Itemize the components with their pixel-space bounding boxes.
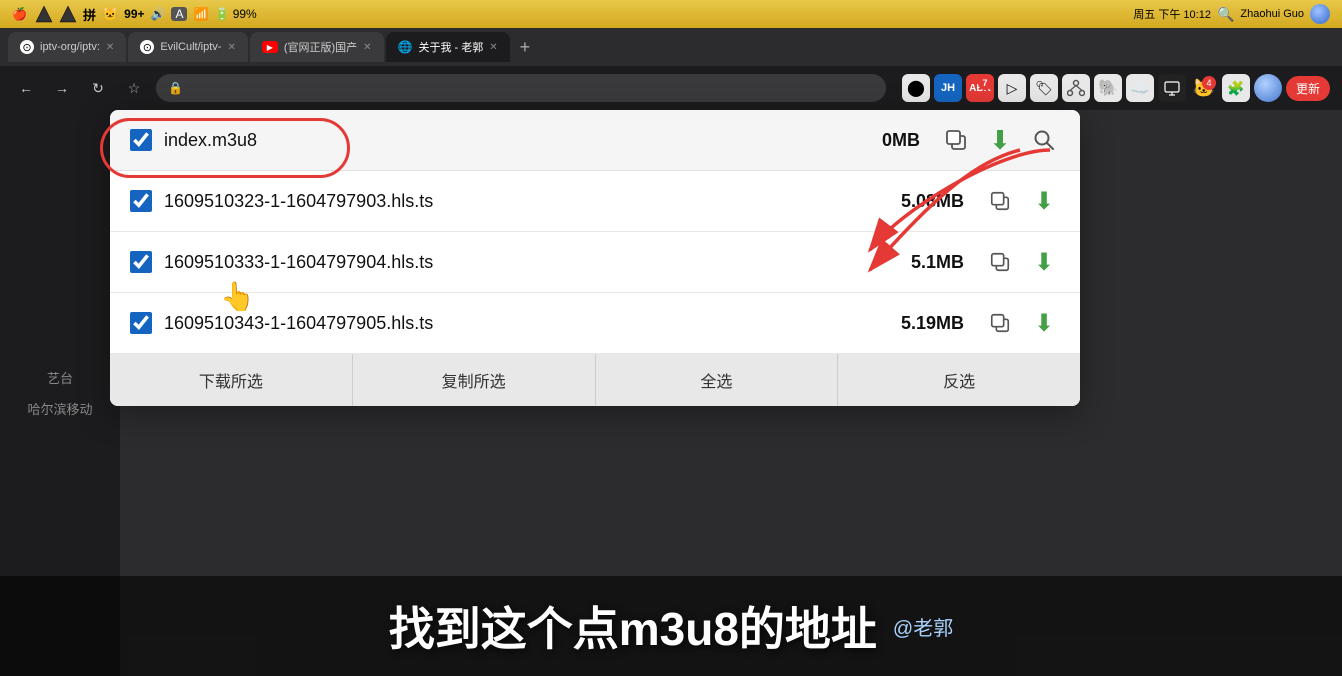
abr-extension[interactable]: ABR 7 xyxy=(966,74,994,102)
subtitle-bar: 找到这个点m3u8的地址 @老郭 xyxy=(0,576,1342,676)
globe-icon-tab4: 🌐 xyxy=(398,40,413,54)
monitor-extension[interactable] xyxy=(1158,74,1186,102)
download-green-icon-1[interactable]: ⬇ xyxy=(1028,246,1060,278)
copy-icon-0[interactable] xyxy=(984,185,1016,217)
item-filesize-0: 5.08MB xyxy=(901,191,964,212)
dropdown-actions: 下载所选 复制所选 全选 反选 xyxy=(110,354,1080,406)
download-green-icon-header[interactable]: ⬇ xyxy=(984,124,1016,156)
tab-close-4[interactable]: ✕ xyxy=(489,42,497,53)
item-filesize-1: 5.1MB xyxy=(911,252,964,273)
download-selected-button[interactable]: 下载所选 xyxy=(110,354,353,406)
update-button[interactable]: 更新 xyxy=(1286,76,1330,101)
extension-icons: ⬤ JH ABR 7 ▷ 🏷 🐘 ☁️ xyxy=(902,74,1330,102)
menubar-app-icons: 拼 🐱 99+ 🔊 A 📶 🔋 99% xyxy=(35,5,257,24)
header-filename: index.m3u8 xyxy=(164,130,870,151)
toolbar: ← → ↻ ☆ 🔒 ⬤ JH ABR 7 ▷ 🏷 xyxy=(0,66,1342,110)
address-bar[interactable]: 🔒 xyxy=(156,74,886,102)
new-tab-button[interactable]: + xyxy=(512,37,539,58)
github-icon-tab2: ⊙ xyxy=(140,40,154,54)
tab-evilcult[interactable]: ⊙ EvilCult/iptv- ✕ xyxy=(128,32,248,62)
item-filename-2: 1609510343-1-1604797905.hls.ts xyxy=(164,313,889,334)
item-filesize-2: 5.19MB xyxy=(901,313,964,334)
cat-extension[interactable]: 🐱 4 xyxy=(1190,74,1218,102)
dropdown-item-1: 1609510333-1-1604797904.hls.ts 5.1MB ⬇ xyxy=(110,232,1080,293)
menubar-left: 🍎 拼 🐱 99+ 🔊 A 📶 🔋 99% xyxy=(12,5,257,24)
select-all-button[interactable]: 全选 xyxy=(596,354,839,406)
tab-youtube[interactable]: ▶ (官网正版)国产 ✕ xyxy=(250,32,384,62)
tab-label-2: EvilCult/iptv- xyxy=(160,41,221,53)
back-button[interactable]: ← xyxy=(12,74,40,102)
tab-close-3[interactable]: ✕ xyxy=(363,42,371,53)
download-dropdown: index.m3u8 0MB ⬇ 1609510323-1-1604797903… xyxy=(110,110,1080,406)
sidebar-item-haerbin: 哈尔滨移动 xyxy=(27,399,92,418)
tab-iptv-org[interactable]: ⊙ iptv-org/iptv: ✕ xyxy=(8,32,126,62)
copy-icon-header[interactable] xyxy=(940,124,972,156)
tab-label-3: (官网正版)国产 xyxy=(284,39,357,55)
dropdown-header-row: index.m3u8 0MB ⬇ xyxy=(110,110,1080,171)
network-extension[interactable] xyxy=(1062,74,1090,102)
elephant-extension[interactable]: 🐘 xyxy=(1094,74,1122,102)
item-checkbox-1[interactable] xyxy=(130,251,152,273)
apple-icon: 🍎 xyxy=(12,7,27,21)
dropdown-item-0: 1609510323-1-1604797903.hls.ts 5.08MB ⬇ xyxy=(110,171,1080,232)
browser-chrome: ⊙ iptv-org/iptv: ✕ ⊙ EvilCult/iptv- ✕ ▶ … xyxy=(0,28,1342,110)
tab-label-4: 关于我 - 老郭 xyxy=(419,39,484,55)
sidebar-item-yitai: 艺台 xyxy=(47,368,73,387)
invert-selection-button[interactable]: 反选 xyxy=(838,354,1080,406)
forward-button[interactable]: → xyxy=(48,74,76,102)
header-checkbox[interactable] xyxy=(130,129,152,151)
search-menubar-icon: 🔍 xyxy=(1217,6,1234,23)
search-icon-header[interactable] xyxy=(1028,124,1060,156)
tab-laoguo[interactable]: 🌐 关于我 - 老郭 ✕ xyxy=(386,32,510,62)
user-avatar-icon xyxy=(1310,4,1330,24)
github-icon-tab1: ⊙ xyxy=(20,40,34,54)
arrow-extension[interactable]: ▷ xyxy=(998,74,1026,102)
item-filename-1: 1609510333-1-1604797904.hls.ts xyxy=(164,252,899,273)
header-filesize: 0MB xyxy=(882,130,920,151)
tab-label-1: iptv-org/iptv: xyxy=(40,41,100,53)
mac-menubar: 🍎 拼 🐱 99+ 🔊 A 📶 🔋 99% 周五 下午 10:12 🔍 Zhao… xyxy=(0,0,1342,28)
copy-selected-button[interactable]: 复制所选 xyxy=(353,354,596,406)
user-profile-button[interactable] xyxy=(1254,74,1282,102)
item-checkbox-2[interactable] xyxy=(130,312,152,334)
item-checkbox-0[interactable] xyxy=(130,190,152,212)
datetime-display: 周五 下午 10:12 xyxy=(1133,6,1211,22)
copy-icon-2[interactable] xyxy=(984,307,1016,339)
tab-close-2[interactable]: ✕ xyxy=(227,42,235,53)
jh-extension[interactable]: JH xyxy=(934,74,962,102)
subtitle-main-text: 找到这个点m3u8的地址 xyxy=(389,593,877,659)
extensions-button[interactable]: 🧩 xyxy=(1222,74,1250,102)
tab-close-1[interactable]: ✕ xyxy=(106,42,114,53)
cat-badge: 4 xyxy=(1202,76,1216,90)
subtitle-handle: @老郭 xyxy=(893,612,953,641)
tag-extension[interactable]: 🏷 xyxy=(1030,74,1058,102)
cloud-extension[interactable]: ☁️ xyxy=(1126,74,1154,102)
copy-icon-1[interactable] xyxy=(984,246,1016,278)
download-green-icon-0[interactable]: ⬇ xyxy=(1028,185,1060,217)
sphere-extension[interactable]: ⬤ xyxy=(902,74,930,102)
main-content: 艺台 哈尔滨移动 index.m3u8 0MB ⬇ 1609510323-1-1… xyxy=(0,110,1342,676)
tab-bar: ⊙ iptv-org/iptv: ✕ ⊙ EvilCult/iptv- ✕ ▶ … xyxy=(0,28,1342,66)
menubar-right: 周五 下午 10:12 🔍 Zhaohui Guo xyxy=(1133,4,1330,24)
bookmark-button[interactable]: ☆ xyxy=(120,74,148,102)
download-green-icon-2[interactable]: ⬇ xyxy=(1028,307,1060,339)
item-filename-0: 1609510323-1-1604797903.hls.ts xyxy=(164,191,889,212)
dropdown-item-2: 1609510343-1-1604797905.hls.ts 5.19MB ⬇ xyxy=(110,293,1080,354)
user-display: Zhaohui Guo xyxy=(1240,8,1304,20)
lock-icon: 🔒 xyxy=(168,81,183,95)
reload-button[interactable]: ↻ xyxy=(84,74,112,102)
abr-badge: 7 xyxy=(978,76,992,90)
youtube-icon-tab3: ▶ xyxy=(262,41,278,53)
